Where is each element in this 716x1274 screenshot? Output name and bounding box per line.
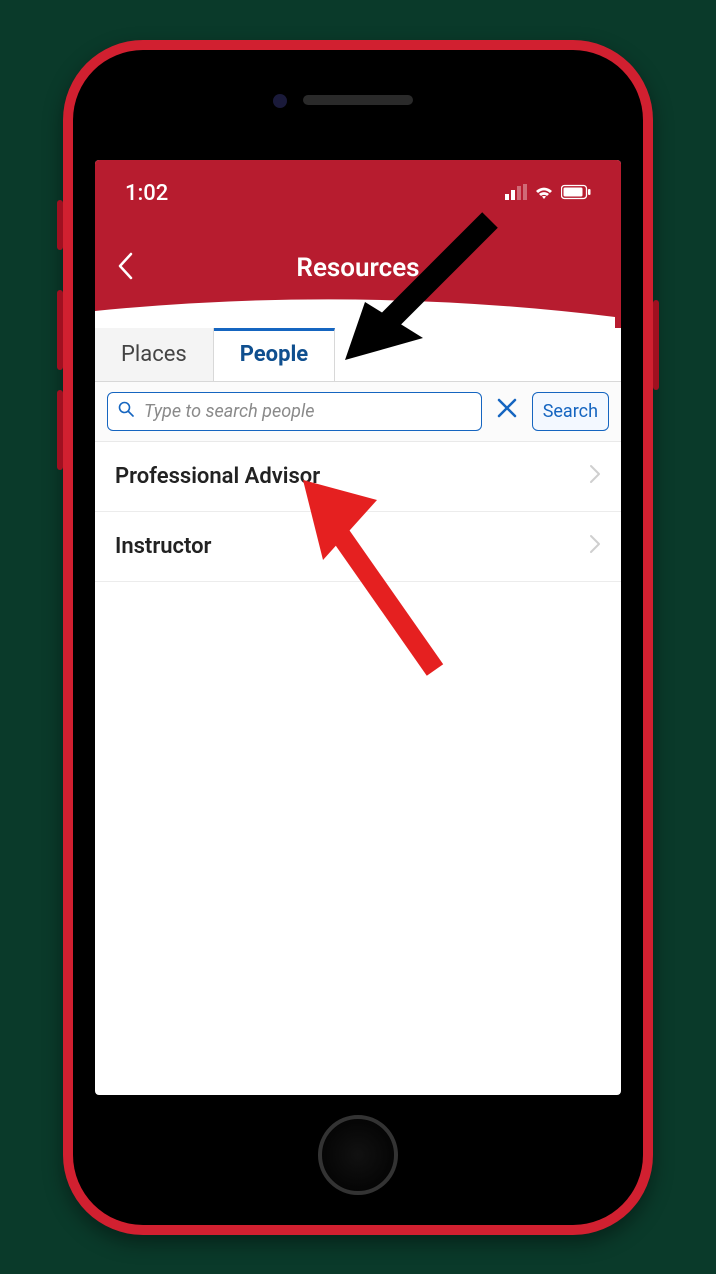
search-input[interactable]: Type to search people bbox=[107, 392, 482, 431]
tab-places-label: Places bbox=[121, 342, 187, 367]
screen: 1:02 bbox=[95, 160, 621, 1095]
list-item-label: Instructor bbox=[115, 534, 211, 559]
tabs: Places People bbox=[95, 328, 621, 382]
status-time: 1:02 bbox=[125, 181, 168, 206]
earpiece bbox=[303, 95, 413, 105]
home-button[interactable] bbox=[318, 1115, 398, 1195]
search-icon bbox=[118, 401, 134, 421]
header-curve bbox=[95, 299, 615, 329]
cellular-icon bbox=[505, 184, 527, 204]
search-placeholder: Type to search people bbox=[144, 401, 314, 422]
status-icons bbox=[505, 184, 591, 204]
page-title: Resources bbox=[296, 253, 419, 283]
status-bar: 1:02 bbox=[95, 160, 621, 210]
list-item-instructor[interactable]: Instructor bbox=[95, 512, 621, 582]
chevron-right-icon bbox=[589, 534, 601, 558]
tab-places[interactable]: Places bbox=[95, 328, 214, 381]
battery-icon bbox=[561, 184, 591, 204]
phone-bezel: 1:02 bbox=[73, 50, 643, 1225]
clear-button[interactable] bbox=[492, 397, 522, 425]
search-button[interactable]: Search bbox=[532, 392, 609, 431]
back-button[interactable] bbox=[117, 252, 133, 284]
nav-bar: Resources bbox=[95, 238, 621, 298]
chevron-right-icon bbox=[589, 464, 601, 488]
front-camera bbox=[273, 94, 287, 108]
phone-side-button bbox=[57, 390, 63, 470]
list-item-label: Professional Advisor bbox=[115, 464, 320, 489]
phone-frame: 1:02 bbox=[63, 40, 653, 1235]
phone-side-button bbox=[653, 300, 659, 390]
results-list: Professional Advisor Instructor bbox=[95, 442, 621, 582]
search-row: Type to search people Search bbox=[95, 382, 621, 442]
phone-side-button bbox=[57, 200, 63, 250]
app-header: 1:02 bbox=[95, 160, 621, 328]
phone-side-button bbox=[57, 290, 63, 370]
tab-people-label: People bbox=[240, 342, 308, 367]
wifi-icon bbox=[533, 184, 555, 204]
search-button-label: Search bbox=[543, 401, 598, 422]
list-item-professional-advisor[interactable]: Professional Advisor bbox=[95, 442, 621, 512]
tab-people[interactable]: People bbox=[214, 328, 335, 381]
